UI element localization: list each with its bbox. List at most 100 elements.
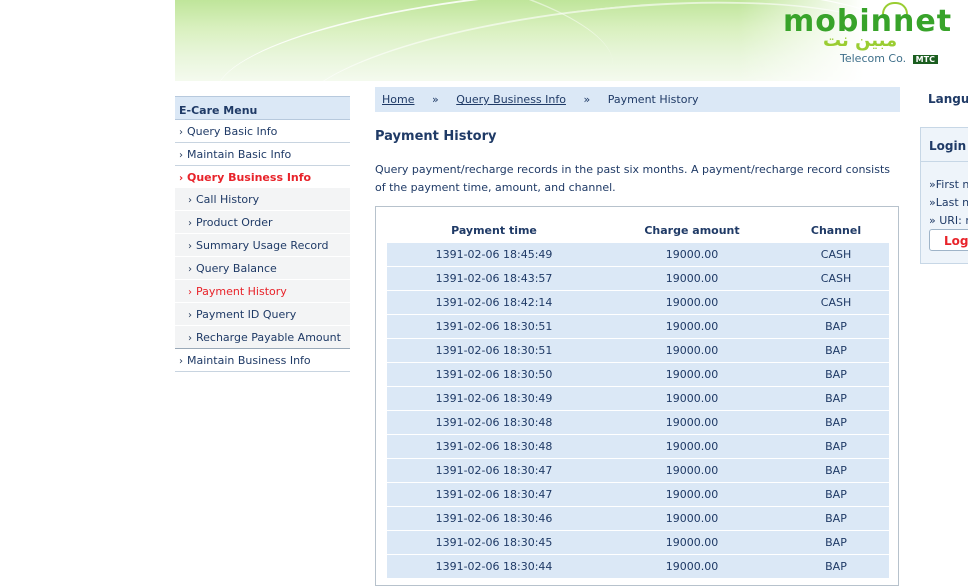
cell-channel: CASH: [783, 243, 889, 267]
submenu-item-label: Recharge Payable Amount: [196, 331, 341, 344]
ecare-menu: E-Care Menu › Query Basic Info › Maintain …: [175, 96, 350, 372]
cell-channel: BAP: [783, 483, 889, 507]
cell-charge-amount: 19000.00: [601, 315, 783, 339]
submenu-item-payment-history[interactable]: › Payment History: [175, 280, 350, 303]
cell-charge-amount: 19000.00: [601, 459, 783, 483]
cell-channel: BAP: [783, 387, 889, 411]
cell-channel: BAP: [783, 411, 889, 435]
cell-payment-time: 1391-02-06 18:30:48: [387, 411, 601, 435]
page-title: Payment History: [375, 129, 497, 144]
chevron-right-icon: ›: [188, 195, 192, 206]
submenu-item-label: Call History: [196, 193, 260, 206]
cell-channel: BAP: [783, 459, 889, 483]
menu-item-query-basic-info[interactable]: › Query Basic Info: [175, 120, 350, 143]
breadcrumb-separator: »: [431, 93, 439, 106]
cell-channel: BAP: [783, 507, 889, 531]
cell-payment-time: 1391-02-06 18:30:44: [387, 555, 601, 579]
first-name-field: »First na: [929, 178, 968, 191]
table-row: 1391-02-06 18:45:49 19000.00 CASH: [387, 243, 889, 267]
table-row: 1391-02-06 18:30:47 19000.00 BAP: [387, 483, 889, 507]
column-header-channel: Channel: [810, 224, 862, 237]
menu-item-label: Maintain Basic Info: [187, 148, 292, 161]
table-row: 1391-02-06 18:30:45 19000.00 BAP: [387, 531, 889, 555]
cell-payment-time: 1391-02-06 18:30:51: [387, 339, 601, 363]
cell-payment-time: 1391-02-06 18:45:49: [387, 243, 601, 267]
table-row: 1391-02-06 18:30:50 19000.00 BAP: [387, 363, 889, 387]
cell-payment-time: 1391-02-06 18:43:57: [387, 267, 601, 291]
cell-charge-amount: 19000.00: [601, 363, 783, 387]
submenu-item-query-balance[interactable]: › Query Balance: [175, 257, 350, 280]
table-row: 1391-02-06 18:30:48 19000.00 BAP: [387, 411, 889, 435]
cell-channel: BAP: [783, 363, 889, 387]
cell-channel: CASH: [783, 291, 889, 315]
chevron-right-icon: ›: [188, 264, 192, 275]
chevron-right-icon: ›: [179, 173, 184, 184]
cell-charge-amount: 19000.00: [601, 267, 783, 291]
table-row: 1391-02-06 18:30:51 19000.00 BAP: [387, 315, 889, 339]
cell-channel: BAP: [783, 435, 889, 459]
submenu-item-label: Payment ID Query: [196, 308, 297, 321]
brand-logo-arabic: مبين نت: [823, 30, 898, 51]
table-row: 1391-02-06 18:30:47 19000.00 BAP: [387, 459, 889, 483]
cell-charge-amount: 19000.00: [601, 387, 783, 411]
menu-item-query-business-info[interactable]: › Query Business Info: [175, 166, 350, 188]
submenu-item-call-history[interactable]: › Call History: [175, 188, 350, 211]
table-row: 1391-02-06 18:30:49 19000.00 BAP: [387, 387, 889, 411]
table-row: 1391-02-06 18:43:57 19000.00 CASH: [387, 267, 889, 291]
submenu-item-recharge-payable-amount[interactable]: › Recharge Payable Amount: [175, 326, 350, 349]
cell-payment-time: 1391-02-06 18:30:45: [387, 531, 601, 555]
column-header-payment-time: Payment time: [451, 224, 537, 237]
chevron-right-icon: ›: [188, 241, 192, 252]
mtc-badge: MTC: [912, 54, 938, 64]
cell-payment-time: 1391-02-06 18:30:48: [387, 435, 601, 459]
submenu-item-label: Query Balance: [196, 262, 277, 275]
breadcrumb: Home » Query Business Info » Payment His…: [375, 87, 900, 112]
chevron-right-icon: ›: [179, 356, 183, 367]
submenu-item-label: Payment History: [196, 285, 287, 298]
header-banner: mobinnet مبين نت Telecom Co. MTC: [175, 0, 968, 81]
brand-tagline: Telecom Co. MTC: [840, 52, 938, 65]
cell-payment-time: 1391-02-06 18:42:14: [387, 291, 601, 315]
submenu-item-summary-usage-record[interactable]: › Summary Usage Record: [175, 234, 350, 257]
cell-charge-amount: 19000.00: [601, 435, 783, 459]
menu-item-label: Maintain Business Info: [187, 354, 311, 367]
table-row: 1391-02-06 18:42:14 19000.00 CASH: [387, 291, 889, 315]
cell-charge-amount: 19000.00: [601, 411, 783, 435]
cell-channel: CASH: [783, 267, 889, 291]
submenu-item-label: Summary Usage Record: [196, 239, 329, 252]
menu-item-label: Query Basic Info: [187, 125, 278, 138]
submenu-item-label: Product Order: [196, 216, 273, 229]
cell-channel: BAP: [783, 339, 889, 363]
cell-charge-amount: 19000.00: [601, 531, 783, 555]
chevron-right-icon: ›: [188, 218, 192, 229]
table-row: 1391-02-06 18:30:44 19000.00 BAP: [387, 555, 889, 579]
uri-field: » URI: m: [929, 214, 968, 227]
breadcrumb-home-link[interactable]: Home: [382, 93, 414, 106]
table-row: 1391-02-06 18:30:51 19000.00 BAP: [387, 339, 889, 363]
column-header-charge-amount: Charge amount: [644, 224, 740, 237]
logout-button[interactable]: Logo: [929, 229, 968, 251]
submenu-item-product-order[interactable]: › Product Order: [175, 211, 350, 234]
table-row: 1391-02-06 18:30:46 19000.00 BAP: [387, 507, 889, 531]
chevron-right-icon: ›: [188, 333, 192, 344]
chevron-right-icon: ›: [179, 150, 183, 161]
menu-item-maintain-basic-info[interactable]: › Maintain Basic Info: [175, 143, 350, 166]
breadcrumb-section-link[interactable]: Query Business Info: [456, 93, 566, 106]
last-name-field: »Last na: [929, 196, 968, 209]
cell-charge-amount: 19000.00: [601, 483, 783, 507]
login-info-title: Login I: [929, 139, 968, 153]
payment-history-panel: Payment time Charge amount Channel 1391-…: [375, 206, 899, 586]
chevron-right-icon: ›: [188, 287, 192, 298]
page-description: Query payment/recharge records in the pa…: [375, 163, 890, 194]
breadcrumb-current: Payment History: [607, 93, 699, 106]
cell-charge-amount: 19000.00: [601, 555, 783, 579]
cell-payment-time: 1391-02-06 18:30:51: [387, 315, 601, 339]
menu-title: E-Care Menu: [175, 96, 350, 120]
cell-payment-time: 1391-02-06 18:30:46: [387, 507, 601, 531]
language-label: Langu: [928, 92, 968, 106]
submenu-item-payment-id-query[interactable]: › Payment ID Query: [175, 303, 350, 326]
table-header-row: Payment time Charge amount Channel: [387, 218, 889, 243]
cell-payment-time: 1391-02-06 18:30:47: [387, 459, 601, 483]
login-info-box: Login I »First na »Last na » URI: m Logo: [920, 127, 968, 264]
menu-item-maintain-business-info[interactable]: › Maintain Business Info: [175, 349, 350, 372]
